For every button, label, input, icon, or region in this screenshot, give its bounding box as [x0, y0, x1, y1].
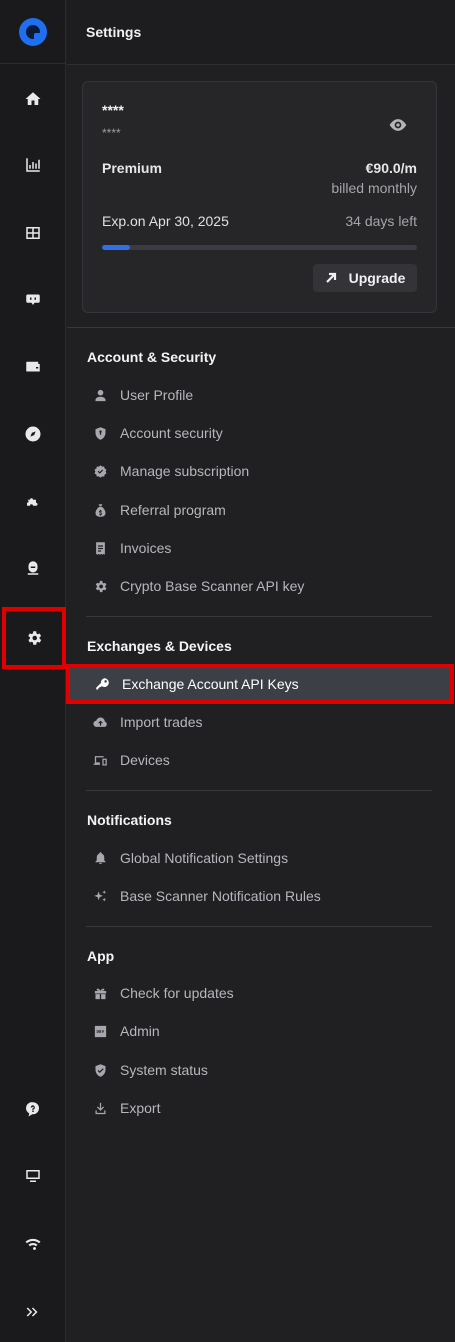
sparkle-icon [92, 888, 108, 904]
menu-item-system-status[interactable]: System status [87, 1055, 433, 1085]
eye-icon[interactable] [388, 115, 408, 135]
rail-support-button[interactable] [0, 546, 66, 590]
menu-item-label: Global Notification Settings [120, 850, 289, 866]
menu-item-manage-subscription[interactable]: Manage subscription [87, 456, 433, 486]
subscription-progress-bar [102, 245, 417, 250]
rail-desktop-button[interactable] [0, 1154, 66, 1198]
cloud-upload-icon [92, 714, 108, 730]
compass-icon [25, 426, 41, 442]
gift-icon [92, 985, 108, 1001]
wallet-icon [26, 361, 40, 372]
rail-help-button[interactable] [0, 1087, 66, 1131]
account-card: **** **** Premium €90.0/m billed monthly… [82, 81, 437, 313]
menu-item-scanner-api-key[interactable]: Crypto Base Scanner API key [87, 571, 433, 601]
puzzle-icon [27, 498, 38, 506]
progress-fill [102, 245, 131, 250]
wifi-icon [25, 1238, 41, 1251]
settings-panel: Settings **** **** Premium €90.0/m bille… [66, 0, 455, 1342]
expand-icon [26, 1307, 38, 1317]
menu-item-label: Admin [120, 1023, 160, 1039]
menu-item-invoices[interactable]: Invoices [87, 533, 433, 563]
home-icon [25, 92, 41, 105]
menu-item-referral-program[interactable]: Referral program [87, 495, 433, 525]
billing-period: billed monthly [331, 180, 417, 196]
menu-item-label: Devices [120, 752, 170, 768]
rail-explore-button[interactable] [0, 412, 66, 456]
menu-item-account-security[interactable]: Account security [87, 418, 433, 448]
menu-item-scanner-notification-rules[interactable]: Base Scanner Notification Rules [87, 881, 433, 911]
left-rail [0, 0, 66, 1342]
plan-name: Premium [102, 160, 162, 176]
menu-item-label: Account security [120, 425, 223, 441]
menu-item-import-trades[interactable]: Import trades [87, 707, 433, 737]
dev-icon [92, 1023, 108, 1039]
menu-item-label: Import trades [120, 714, 203, 730]
menu-item-devices[interactable]: Devices [87, 745, 433, 775]
expiry-date: Exp.on Apr 30, 2025 [102, 213, 229, 229]
days-left: 34 days left [345, 213, 417, 229]
money-bag-icon [92, 502, 108, 518]
divider [67, 327, 455, 328]
rail-plugins-button[interactable] [0, 480, 66, 524]
chart-icon [26, 158, 40, 172]
bot-icon [26, 294, 40, 305]
menu-item-export[interactable]: Export [87, 1093, 433, 1123]
menu-item-label: Base Scanner Notification Rules [120, 888, 321, 904]
menu-item-user-profile[interactable]: User Profile [87, 380, 433, 410]
rail-home-button[interactable] [0, 77, 66, 121]
upgrade-label: Upgrade [348, 270, 406, 286]
shield-icon [92, 425, 108, 441]
divider [86, 616, 432, 617]
verified-icon [92, 463, 108, 479]
divider [86, 790, 432, 791]
devices-icon [92, 752, 108, 768]
rail-wallet-button[interactable] [0, 345, 66, 389]
section-title-exchanges: Exchanges & Devices [87, 638, 232, 654]
app-logo-icon[interactable] [18, 17, 48, 47]
receipt-icon [92, 540, 108, 556]
menu-item-label: Manage subscription [120, 463, 250, 479]
menu-item-label: System status [120, 1062, 208, 1078]
gear-icon [28, 631, 42, 645]
support-icon [27, 561, 39, 575]
menu-item-label: Referral program [120, 502, 226, 518]
arrow-up-right-icon [325, 272, 336, 283]
user-icon [92, 387, 108, 403]
divider [86, 926, 432, 927]
rail-chart-button[interactable] [0, 143, 66, 187]
menu-item-label: Invoices [120, 540, 172, 556]
logo-area [0, 0, 66, 64]
grid-icon [26, 227, 40, 239]
masked-name: **** [102, 102, 124, 118]
section-title-account: Account & Security [87, 349, 217, 365]
masked-email: **** [102, 126, 121, 140]
download-icon [92, 1100, 108, 1116]
rail-expand-button[interactable] [0, 1290, 66, 1334]
menu-item-label: Check for updates [120, 985, 234, 1001]
rail-grid-button[interactable] [0, 211, 66, 255]
rail-bot-button[interactable] [0, 277, 66, 321]
bell-icon [92, 850, 108, 866]
top-bar: Settings [67, 0, 455, 65]
help-icon [25, 1102, 39, 1117]
plan-price: €90.0/m [365, 160, 417, 176]
upgrade-button[interactable]: Upgrade [313, 264, 417, 292]
page-title: Settings [86, 24, 142, 40]
gear-icon [92, 578, 108, 594]
shield-check-icon [92, 1062, 108, 1078]
menu-item-label: Export [120, 1100, 161, 1116]
menu-item-check-updates[interactable]: Check for updates [87, 978, 433, 1008]
rail-settings-button[interactable] [2, 607, 66, 669]
menu-item-admin[interactable]: Admin [87, 1016, 433, 1046]
menu-item-global-notifications[interactable]: Global Notification Settings [87, 843, 433, 873]
key-icon [94, 676, 110, 692]
rail-connection-button[interactable] [0, 1222, 66, 1266]
menu-item-label: Crypto Base Scanner API key [120, 578, 305, 594]
monitor-icon [26, 1170, 40, 1182]
section-title-app: App [87, 948, 115, 964]
menu-item-exchange-api-keys[interactable]: Exchange Account API Keys [66, 664, 454, 704]
menu-item-label: Exchange Account API Keys [122, 676, 299, 692]
menu-item-label: User Profile [120, 387, 194, 403]
section-title-notifications: Notifications [87, 812, 172, 828]
